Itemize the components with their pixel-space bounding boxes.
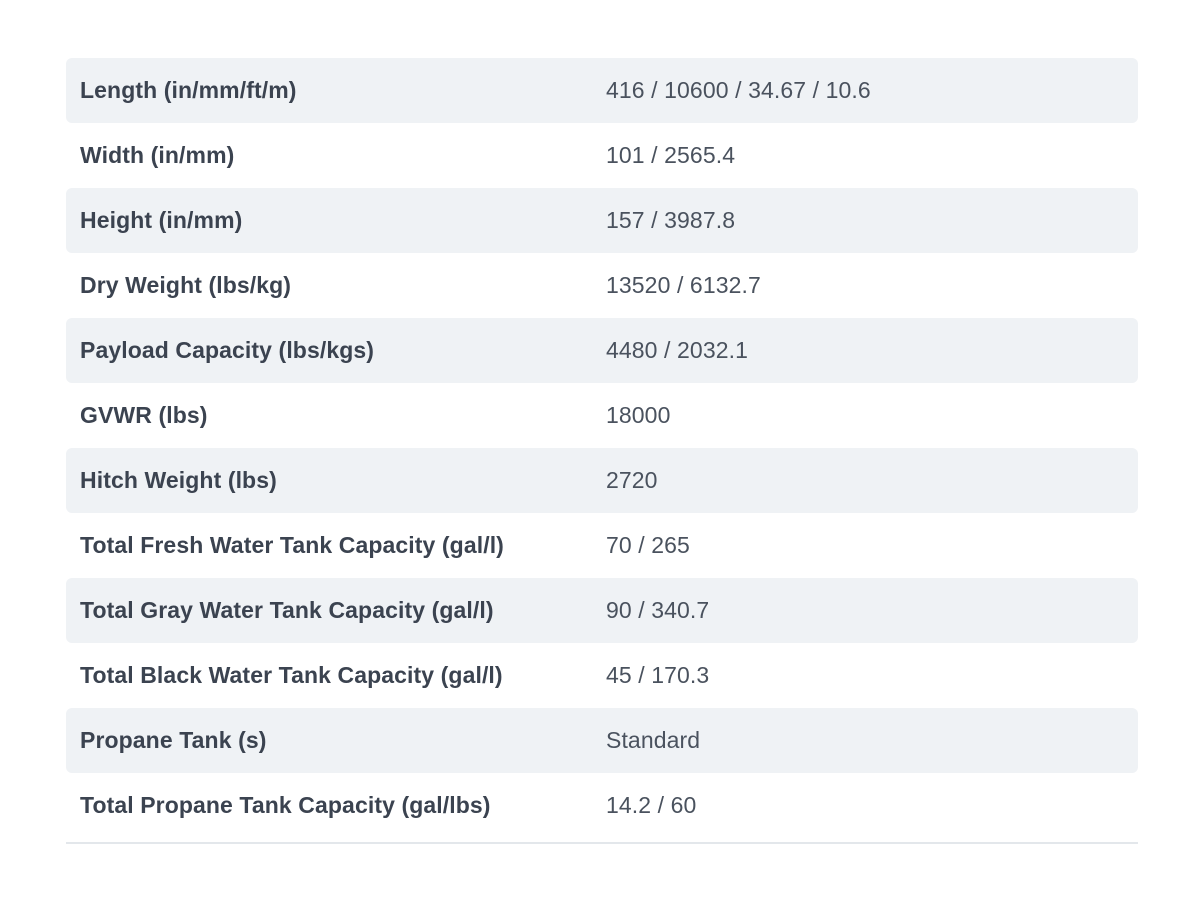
spec-value: 18000 [606,402,671,428]
spec-label: Total Propane Tank Capacity (gal/lbs) [80,792,491,818]
spec-value: 45 / 170.3 [606,662,710,688]
spec-row-height: Height (in/mm) 157 / 3987.8 [66,188,1138,253]
table-bottom-divider [66,842,1138,844]
spec-label: Propane Tank (s) [80,727,267,753]
spec-value: 157 / 3987.8 [606,207,736,233]
spec-label: Payload Capacity (lbs/kgs) [80,337,375,363]
spec-label: Total Black Water Tank Capacity (gal/l) [80,662,503,688]
spec-label: Width (in/mm) [80,142,235,168]
spec-row-gvwr: GVWR (lbs) 18000 [66,383,1138,448]
spec-value: 13520 / 6132.7 [606,272,761,298]
spec-row-gray-water: Total Gray Water Tank Capacity (gal/l) 9… [66,578,1138,643]
spec-value: 90 / 340.7 [606,597,710,623]
spec-label: Dry Weight (lbs/kg) [80,272,292,298]
spec-value: Standard [606,727,701,753]
spec-row-hitch-weight: Hitch Weight (lbs) 2720 [66,448,1138,513]
spec-label: Total Fresh Water Tank Capacity (gal/l) [80,532,504,558]
spec-row-width: Width (in/mm) 101 / 2565.4 [66,123,1138,188]
spec-label: Height (in/mm) [80,207,243,233]
spec-label: Hitch Weight (lbs) [80,467,277,493]
spec-value: 70 / 265 [606,532,690,558]
spec-row-black-water: Total Black Water Tank Capacity (gal/l) … [66,643,1138,708]
spec-value: 101 / 2565.4 [606,142,736,168]
spec-value: 14.2 / 60 [606,792,697,818]
spec-label: Length (in/mm/ft/m) [80,77,297,103]
spec-table: Length (in/mm/ft/m) 416 / 10600 / 34.67 … [66,58,1138,838]
spec-value: 416 / 10600 / 34.67 / 10.6 [606,77,871,103]
spec-value: 2720 [606,467,658,493]
spec-label: GVWR (lbs) [80,402,208,428]
spec-row-length: Length (in/mm/ft/m) 416 / 10600 / 34.67 … [66,58,1138,123]
spec-value: 4480 / 2032.1 [606,337,748,363]
spec-row-propane-tanks: Propane Tank (s) Standard [66,708,1138,773]
spec-row-fresh-water: Total Fresh Water Tank Capacity (gal/l) … [66,513,1138,578]
spec-row-propane-capacity: Total Propane Tank Capacity (gal/lbs) 14… [66,773,1138,838]
spec-row-payload-capacity: Payload Capacity (lbs/kgs) 4480 / 2032.1 [66,318,1138,383]
spec-row-dry-weight: Dry Weight (lbs/kg) 13520 / 6132.7 [66,253,1138,318]
spec-label: Total Gray Water Tank Capacity (gal/l) [80,597,494,623]
